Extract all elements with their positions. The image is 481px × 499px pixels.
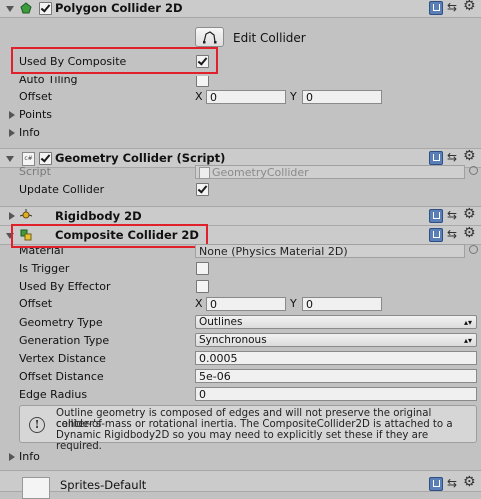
- offset-y-label: Y: [290, 90, 297, 103]
- gear-icon[interactable]: ⚙: [463, 475, 476, 489]
- used-by-effector-label: Used By Effector: [19, 280, 111, 293]
- script-value: GeometryCollider: [212, 166, 309, 179]
- is-trigger-label: Is Trigger: [19, 262, 70, 275]
- polygon-collider-enabled-checkbox[interactable]: [39, 2, 52, 15]
- highlight-box-used-by-composite: [11, 47, 218, 74]
- object-picker-icon[interactable]: [469, 166, 478, 175]
- component-title: Polygon Collider 2D: [55, 1, 183, 15]
- info-foldout[interactable]: Info: [19, 126, 40, 139]
- auto-tiling-checkbox[interactable]: [196, 76, 209, 87]
- geometry-type-label: Geometry Type: [19, 316, 103, 329]
- presets-icon[interactable]: ⇆: [447, 228, 457, 240]
- geometry-type-value: Outlines: [199, 316, 243, 328]
- info-foldout[interactable]: Info: [19, 450, 40, 463]
- auto-tiling-label: Auto Tiling: [19, 73, 78, 86]
- edit-collider-button[interactable]: [195, 27, 224, 47]
- update-collider-checkbox[interactable]: [196, 183, 209, 196]
- highlight-box-composite-collider: [11, 224, 208, 248]
- material-preview-thumbnail: [22, 477, 50, 499]
- material-field[interactable]: None (Physics Material 2D): [195, 244, 465, 258]
- help-box: ! Outline geometry is composed of edges …: [19, 405, 477, 452]
- info-icon: !: [29, 417, 45, 433]
- header-icons: ⇆ ⚙: [429, 149, 477, 165]
- generation-type-value: Synchronous: [199, 334, 267, 346]
- header-icons: ⇆ ⚙: [429, 226, 477, 242]
- script-file-icon: c#: [22, 152, 35, 166]
- rigidbody-icon: [20, 209, 32, 219]
- dropdown-arrows-icon: ▴▾: [463, 318, 472, 327]
- polygon-collider-header[interactable]: Polygon Collider 2D ⇆ ⚙: [0, 0, 481, 18]
- info-foldout-icon[interactable]: [9, 453, 15, 461]
- help-book-icon[interactable]: [429, 477, 443, 491]
- generation-type-dropdown[interactable]: Synchronous ▴▾: [195, 333, 477, 347]
- foldout-arrow-icon[interactable]: [6, 156, 14, 162]
- help-book-icon[interactable]: [429, 1, 443, 15]
- rigidbody-header[interactable]: Rigidbody 2D ⇆ ⚙: [0, 206, 481, 226]
- gear-icon[interactable]: ⚙: [463, 226, 476, 240]
- gear-icon[interactable]: ⚙: [463, 0, 476, 13]
- foldout-arrow-icon[interactable]: [9, 212, 15, 220]
- offset-x-label: X: [195, 90, 203, 103]
- offset-distance-input[interactable]: 5e-06: [195, 369, 477, 383]
- header-icons: ⇆ ⚙: [429, 207, 477, 223]
- presets-icon[interactable]: ⇆: [447, 477, 457, 489]
- generation-type-label: Generation Type: [19, 334, 110, 347]
- script-field[interactable]: GeometryCollider: [195, 165, 465, 179]
- update-collider-label: Update Collider: [19, 183, 105, 196]
- presets-icon[interactable]: ⇆: [447, 1, 457, 13]
- geometry-type-dropdown[interactable]: Outlines ▴▾: [195, 315, 477, 329]
- edit-collider-label: Edit Collider: [233, 31, 306, 45]
- offset-y-label: Y: [290, 297, 297, 310]
- geometry-collider-enabled-checkbox[interactable]: [39, 152, 52, 165]
- foldout-arrow-icon[interactable]: [6, 6, 14, 12]
- offset-x-input[interactable]: 0: [206, 90, 286, 104]
- offset-distance-label: Offset Distance: [19, 370, 104, 383]
- material-picker-icon[interactable]: [469, 245, 478, 254]
- material-header[interactable]: Sprites-Default ⇆ ⚙: [0, 470, 481, 499]
- script-icon: [199, 167, 210, 179]
- vertex-distance-input[interactable]: 0.0005: [195, 351, 477, 365]
- material-title: Sprites-Default: [60, 478, 147, 492]
- script-label: Script: [19, 165, 51, 178]
- edge-radius-label: Edge Radius: [19, 388, 88, 401]
- offset-y-input[interactable]: 0: [302, 90, 382, 104]
- gear-icon[interactable]: ⚙: [463, 207, 476, 221]
- is-trigger-checkbox[interactable]: [196, 262, 209, 275]
- used-by-effector-checkbox[interactable]: [196, 280, 209, 293]
- header-icons: ⇆ ⚙: [429, 475, 477, 491]
- component-title: Geometry Collider (Script): [55, 151, 226, 165]
- presets-icon[interactable]: ⇆: [447, 209, 457, 221]
- offset-label: Offset: [19, 297, 53, 310]
- offset-x-label: X: [195, 297, 203, 310]
- gear-icon[interactable]: ⚙: [463, 149, 476, 163]
- help-book-icon[interactable]: [429, 228, 443, 242]
- edge-radius-input[interactable]: 0: [195, 387, 477, 401]
- vertex-distance-label: Vertex Distance: [19, 352, 106, 365]
- info-foldout-icon[interactable]: [9, 129, 15, 137]
- help-text-line-3: Dynamic Rigidbody2D so you may need to e…: [56, 430, 429, 452]
- edit-shape-icon: [203, 31, 217, 44]
- dropdown-arrows-icon: ▴▾: [463, 336, 472, 345]
- points-foldout[interactable]: Points: [19, 108, 52, 121]
- offset-x-input[interactable]: 0: [206, 297, 286, 311]
- polygon-collider-icon: [20, 2, 32, 14]
- header-icons: ⇆ ⚙: [429, 0, 477, 15]
- component-title: Rigidbody 2D: [55, 209, 142, 223]
- points-foldout-icon[interactable]: [9, 111, 15, 119]
- presets-icon[interactable]: ⇆: [447, 151, 457, 163]
- help-book-icon[interactable]: [429, 151, 443, 165]
- offset-label: Offset: [19, 90, 53, 103]
- help-text-line-2: center-of-mass or rotational inertia. Th…: [56, 419, 453, 430]
- help-book-icon[interactable]: [429, 209, 443, 223]
- offset-y-input[interactable]: 0: [302, 297, 382, 311]
